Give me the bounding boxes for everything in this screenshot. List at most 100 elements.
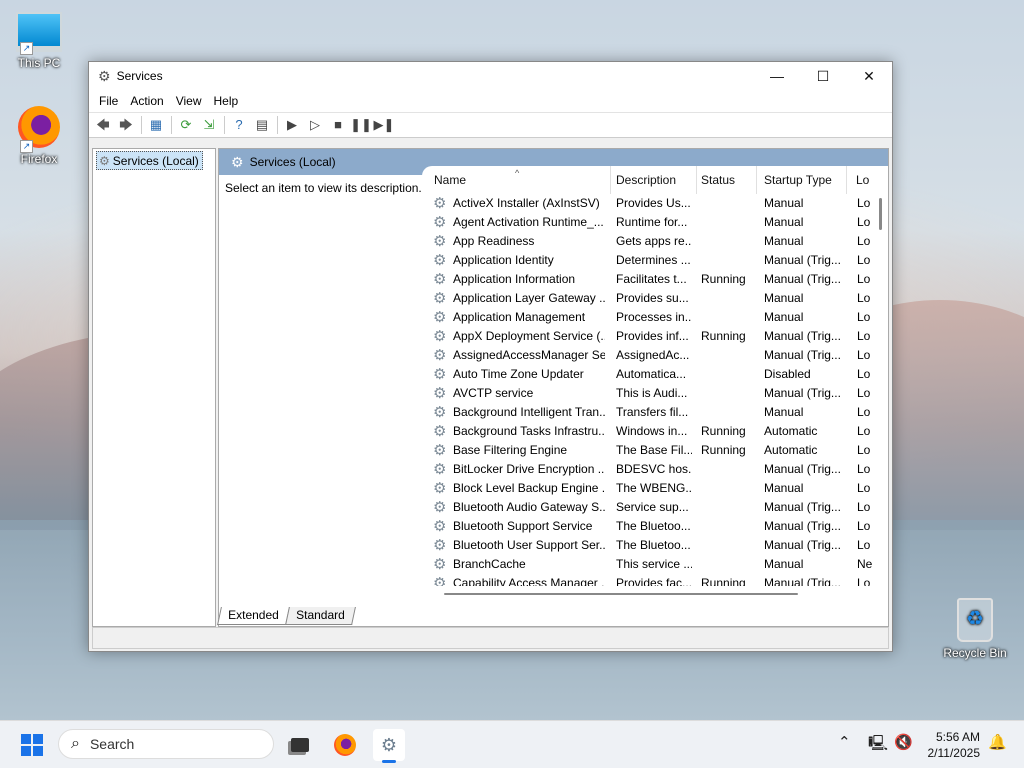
- service-gear-icon: ⚙: [433, 518, 447, 535]
- tab-label: Standard: [295, 608, 345, 622]
- service-row[interactable]: ⚙ BranchCache This service ... Manual Ne: [422, 555, 888, 574]
- desktop-icon-recycle-bin[interactable]: ♻ Recycle Bin: [940, 598, 1010, 660]
- service-row[interactable]: ⚙ App Readiness Gets apps re... Manual Lo: [422, 232, 888, 251]
- service-row[interactable]: ⚙ Application Identity Determines ... Manua…: [422, 251, 888, 270]
- service-row[interactable]: ⚙ Background Intelligent Tran... Transfers…: [422, 403, 888, 422]
- service-gear-icon: ⚙: [433, 195, 447, 212]
- service-row[interactable]: ⚙ Application Management Processes in... Ma…: [422, 308, 888, 327]
- tab-extended[interactable]: Extended: [217, 607, 290, 625]
- forward-arrow-icon[interactable]: 🡆: [115, 115, 137, 135]
- service-description-cell: This service ...: [616, 557, 692, 571]
- service-row[interactable]: ⚙ Auto Time Zone Updater Automatica... Disa…: [422, 365, 888, 384]
- service-status-cell: [701, 460, 753, 479]
- service-gear-icon: ⚙: [433, 556, 447, 573]
- tab-standard[interactable]: Standard: [284, 607, 356, 625]
- tree-item-services-local[interactable]: ⚙ Services (Local): [96, 151, 203, 170]
- service-startup-cell: Manual: [764, 215, 804, 229]
- column-header-label: Name: [434, 173, 467, 187]
- column-header-startup-type[interactable]: Startup Type: [752, 166, 846, 194]
- chevron-up-icon[interactable]: ⌃: [838, 733, 851, 751]
- menu-view[interactable]: View: [170, 94, 208, 108]
- start-button[interactable]: [21, 734, 43, 756]
- service-status-cell: [701, 232, 753, 251]
- minimize-button[interactable]: —: [754, 62, 800, 90]
- service-logon-cell: Ne: [857, 557, 873, 571]
- service-row[interactable]: ⚙ Bluetooth User Support Ser... The Blueto…: [422, 536, 888, 555]
- clock[interactable]: 5:56 AM 2/11/2025: [910, 729, 981, 761]
- taskbar-firefox[interactable]: [329, 729, 361, 761]
- help-icon[interactable]: ?: [228, 115, 250, 135]
- service-logon-cell: Lo: [857, 500, 871, 514]
- stop-service-icon[interactable]: ■: [327, 115, 349, 135]
- service-gear-icon: ⚙: [433, 233, 447, 250]
- vertical-scrollbar[interactable]: [873, 166, 888, 586]
- network-icon[interactable]: 🖳: [868, 733, 888, 758]
- desktop-icon-firefox[interactable]: ↗ Firefox: [4, 106, 74, 166]
- horizontal-scrollbar[interactable]: [422, 586, 873, 601]
- recycle-bin-icon: ♻: [957, 598, 993, 642]
- column-header-description[interactable]: Description: [604, 166, 690, 194]
- column-header-log-on-as[interactable]: Lo: [844, 166, 874, 194]
- service-name-cell: App Readiness: [453, 234, 535, 248]
- service-row[interactable]: ⚙ Bluetooth Support Service The Bluetoo...…: [422, 517, 888, 536]
- export-list-icon[interactable]: ⇲: [198, 115, 220, 135]
- service-status-cell: Running: [701, 424, 746, 438]
- title-bar[interactable]: ⚙ Services — ☐ ✕: [89, 62, 892, 90]
- service-status-cell: [701, 536, 753, 555]
- service-status-cell: [701, 498, 753, 517]
- window-title: Services: [116, 69, 163, 83]
- desktop-icon-this-pc[interactable]: ↗ This PC: [4, 12, 74, 70]
- notification-bell-icon[interactable]: 🔔: [988, 733, 1007, 751]
- service-row[interactable]: ⚙ Agent Activation Runtime_... Runtime for…: [422, 213, 888, 232]
- service-row[interactable]: ⚙ Application Information Facilitates t...…: [422, 270, 888, 289]
- column-header-name[interactable]: Name ^: [422, 166, 610, 194]
- service-startup-cell: Manual: [764, 196, 804, 210]
- service-status-cell: Running: [701, 272, 746, 286]
- pause-service-icon[interactable]: ❚❚: [350, 115, 372, 135]
- service-startup-cell: Disabled: [764, 367, 811, 381]
- column-header-status[interactable]: Status: [689, 166, 751, 194]
- service-logon-cell: Lo: [857, 386, 871, 400]
- service-description-cell: The Bluetoo...: [616, 538, 691, 552]
- refresh-icon[interactable]: ⟳: [175, 115, 197, 135]
- show-hide-console-tree-icon[interactable]: ▦: [145, 115, 167, 135]
- taskbar-services[interactable]: ⚙: [373, 729, 405, 763]
- task-view-icon: [291, 738, 309, 752]
- restart-service-icon[interactable]: ▶❚: [373, 115, 395, 135]
- service-row[interactable]: ⚙ AppX Deployment Service (... Provides in…: [422, 327, 888, 346]
- task-view-button[interactable]: [284, 729, 316, 761]
- back-arrow-icon[interactable]: 🡄: [92, 115, 114, 135]
- firefox-icon: [334, 734, 356, 756]
- taskbar-search[interactable]: ⌕ Search: [58, 729, 274, 759]
- service-row[interactable]: ⚙ ActiveX Installer (AxInstSV) Provides Us…: [422, 194, 888, 213]
- service-row[interactable]: ⚙ Background Tasks Infrastru... Windows in…: [422, 422, 888, 441]
- service-row[interactable]: ⚙ Block Level Backup Engine ... The WBENG.…: [422, 479, 888, 498]
- service-row[interactable]: ⚙ Application Layer Gateway ... Provides s…: [422, 289, 888, 308]
- service-row[interactable]: ⚙ Base Filtering Engine The Base Fil... Run…: [422, 441, 888, 460]
- service-row[interactable]: ⚙ AssignedAccessManager Se... AssignedAc..…: [422, 346, 888, 365]
- service-status-cell: [701, 384, 753, 403]
- menu-action[interactable]: Action: [124, 94, 169, 108]
- maximize-button[interactable]: ☐: [800, 62, 846, 90]
- service-row[interactable]: ⚙ AVCTP service This is Audi... Manual (Tri…: [422, 384, 888, 403]
- service-logon-cell: Lo: [857, 253, 871, 267]
- service-gear-icon: ⚙: [433, 442, 447, 459]
- menu-help[interactable]: Help: [208, 94, 245, 108]
- tab-label: Extended: [228, 608, 279, 622]
- details-header-title: Services (Local): [249, 155, 336, 169]
- service-startup-cell: Automatic: [764, 443, 818, 457]
- service-row[interactable]: ⚙ BitLocker Drive Encryption ... BDESVC ho…: [422, 460, 888, 479]
- properties-icon[interactable]: ▤: [251, 115, 273, 135]
- menu-file[interactable]: File: [93, 94, 124, 108]
- shortcut-arrow-icon: ↗: [20, 140, 33, 153]
- start-service-alt-icon[interactable]: ▷: [304, 115, 326, 135]
- service-row[interactable]: ⚙ Bluetooth Audio Gateway S... Service sup…: [422, 498, 888, 517]
- start-service-icon[interactable]: ▶: [281, 115, 303, 135]
- clock-date: 2/11/2025: [927, 746, 981, 760]
- service-gear-icon: ⚙: [433, 366, 447, 383]
- console-tree: ⚙ Services (Local): [92, 148, 216, 627]
- service-description-cell: Runtime for...: [616, 215, 688, 229]
- close-button[interactable]: ✕: [846, 62, 892, 90]
- service-logon-cell: Lo: [857, 329, 871, 343]
- service-description-cell: Processes in...: [616, 310, 692, 324]
